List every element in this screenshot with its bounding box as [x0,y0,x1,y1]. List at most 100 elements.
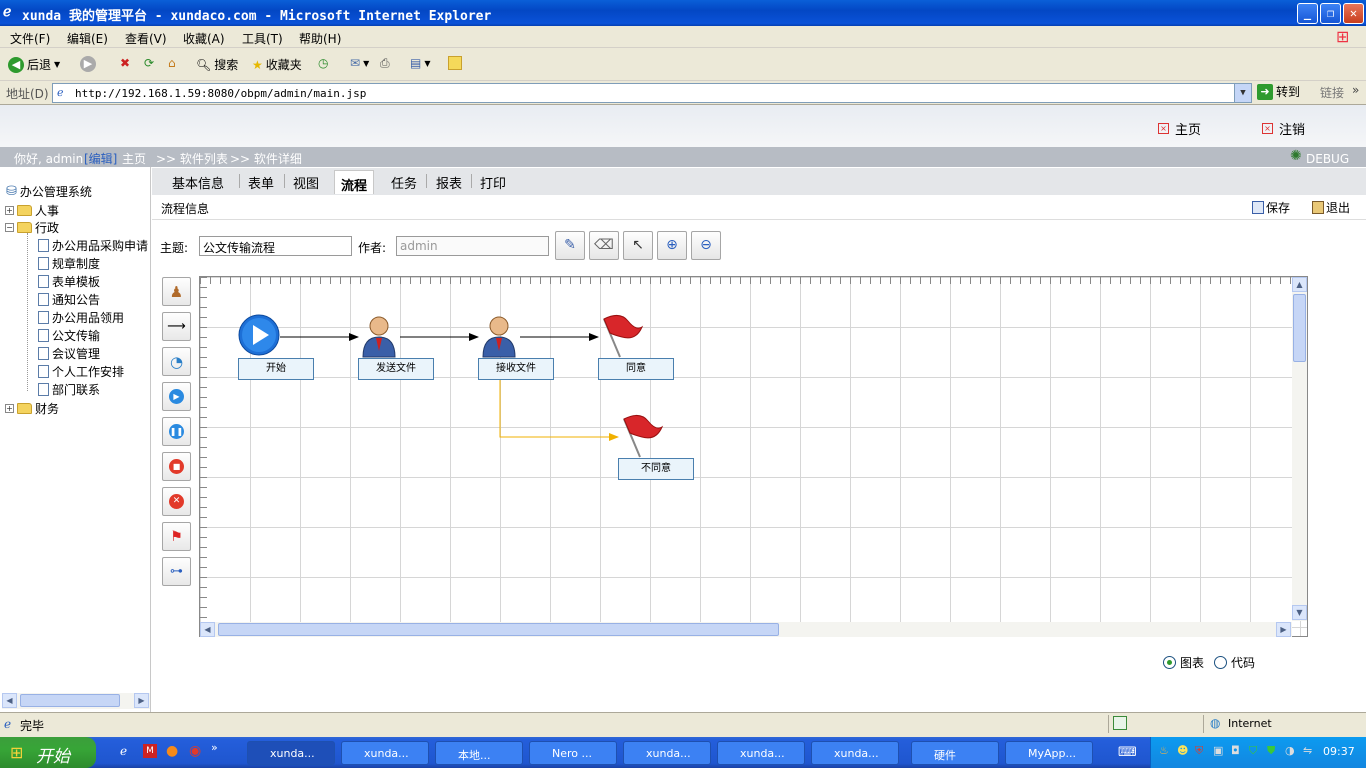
app-quicklaunch-icon[interactable]: ◉ [189,743,201,759]
edge-receive-disagree[interactable] [499,372,619,441]
task-button-xunda-1[interactable]: xunda... [247,741,335,765]
print-button[interactable]: ⎙ [380,56,390,71]
eraser-tool-button[interactable]: ⌫ [589,231,619,260]
palette-user-button[interactable]: ♟ [162,277,191,306]
mail-button[interactable]: ✉ ▼ [350,56,369,70]
sidebar-scrollbar[interactable]: ◀ ▶ [2,693,150,709]
agree-flag-icon[interactable] [603,315,644,358]
tray-display-icon[interactable]: ◘ [1231,744,1240,757]
palette-tree-button[interactable]: ⊶ [162,557,191,586]
scroll-right-icon[interactable]: ▶ [134,693,149,708]
firefox-quicklaunch-icon[interactable]: ● [166,743,178,759]
tray-java-icon[interactable]: ♨ [1159,744,1169,757]
tree-node-hr[interactable]: + 人事 [5,202,59,219]
edit-page-button[interactable]: ▤ ▼ [410,56,431,70]
tree-item[interactable]: 办公用品采购申请 [38,237,148,254]
expand-icon[interactable]: + [5,206,14,215]
chevron-right-icon[interactable]: » [1352,83,1359,97]
node-receive-label[interactable]: 接收文件 [478,358,554,380]
collapse-icon[interactable]: − [5,223,14,232]
palette-flag-button[interactable]: ⚑ [162,522,191,551]
subject-input[interactable]: 公文传输流程 [199,236,352,256]
palette-timer-button[interactable]: ◔ [162,347,191,376]
scroll-up-icon[interactable]: ▲ [1292,277,1307,292]
palette-cancel-button[interactable]: ✕ [162,487,191,516]
menu-edit[interactable]: 编辑(E) [67,30,108,47]
home-button[interactable]: ⌂ [168,56,176,70]
scroll-down-icon[interactable]: ▼ [1292,605,1307,620]
tray-antivirus-icon[interactable]: ⛨ [1195,744,1203,758]
tab-form[interactable]: 表单 [248,173,274,192]
palette-stop-button[interactable]: ■ [162,452,191,481]
menu-help[interactable]: 帮助(H) [299,30,341,47]
tab-print[interactable]: 打印 [480,173,506,192]
scroll-right-icon[interactable]: ▶ [1276,622,1291,637]
zoom-out-button[interactable]: ⊖ [691,231,721,260]
palette-start-button[interactable]: ▶ [162,382,191,411]
task-button-nero[interactable]: Nero ... [529,741,617,765]
home-link[interactable]: × 主页 [1158,119,1201,138]
task-button-myapp[interactable]: MyApp... [1005,741,1093,765]
tree-root[interactable]: ⛁ 办公管理系统 [6,183,92,200]
messenger-button[interactable] [448,56,462,70]
disagree-flag-icon[interactable] [623,415,664,458]
menu-tools[interactable]: 工具(T) [242,30,283,47]
back-button[interactable]: ◀ 后退 ▼ [8,56,60,73]
task-button-xunda-3[interactable]: xunda... [623,741,711,765]
menu-favorites[interactable]: 收藏(A) [183,30,225,47]
window-titlebar[interactable]: ℯ xunda 我的管理平台 - xundaco.com - Microsoft… [0,0,1366,26]
node-start-label[interactable]: 开始 [238,358,314,380]
scroll-thumb[interactable] [20,694,120,707]
view-chart-radio[interactable]: 图表 [1163,654,1204,671]
node-disagree-label[interactable]: 不同意 [618,458,694,480]
favorites-button[interactable]: ★ 收藏夹 [252,56,302,73]
tree-item[interactable]: 公文传输 [38,327,100,344]
author-input[interactable]: admin [396,236,549,256]
tree-item[interactable]: 规章制度 [38,255,100,272]
mail-quicklaunch-icon[interactable]: M [143,744,157,758]
node-send-label[interactable]: 发送文件 [358,358,434,380]
start-node-icon[interactable] [238,314,280,356]
select-tool-button[interactable]: ↖ [623,231,653,260]
scroll-thumb[interactable] [1293,294,1306,362]
palette-arrow-button[interactable]: ⟶ [162,312,191,341]
tray-remove-hardware-icon[interactable]: ⇋ [1303,744,1312,757]
zoom-in-button[interactable]: ⊕ [657,231,687,260]
expand-icon[interactable]: + [5,404,14,413]
task-button-hardware[interactable]: 硬件 [911,741,999,765]
palette-pause-button[interactable]: ❚❚ [162,417,191,446]
edit-tool-button[interactable]: ✎ [555,231,585,260]
tree-node-admin[interactable]: − 行政 [5,219,59,236]
tab-task[interactable]: 任务 [391,173,417,192]
history-button[interactable]: ◷ [318,56,328,70]
breadcrumb-home[interactable]: 主页 [122,150,146,167]
tray-shield-icon[interactable]: ⛉ [1249,744,1257,758]
links-label[interactable]: 链接 [1320,84,1344,101]
close-button[interactable]: ✕ [1343,3,1364,24]
scroll-thumb[interactable] [218,623,779,636]
task-button-xunda-5[interactable]: xunda... [811,741,899,765]
receive-user-icon[interactable] [482,316,516,358]
keyboard-icon[interactable]: ⌨ [1118,745,1137,760]
start-button[interactable]: ⊞ 开始 [0,737,96,768]
save-button[interactable]: 保存 [1252,199,1290,216]
refresh-button[interactable]: ⟳ [144,56,154,70]
task-button-xunda-2[interactable]: xunda... [341,741,429,765]
tab-view[interactable]: 视图 [293,173,319,192]
menu-file[interactable]: 文件(F) [10,30,50,47]
view-code-radio[interactable]: 代码 [1214,654,1255,671]
search-button[interactable]: 🔍︎ 搜索 [196,56,238,73]
tray-network-icon[interactable]: ▣ [1213,744,1223,757]
canvas-vertical-scrollbar[interactable]: ▲ ▼ [1292,277,1307,621]
scroll-left-icon[interactable]: ◀ [2,693,17,708]
tray-volume-icon[interactable]: ◑ [1285,744,1295,757]
address-dropdown-button[interactable]: ▼ [1234,84,1251,102]
maximize-button[interactable]: ❐ [1320,3,1341,24]
tray-security-icon[interactable]: ⛊ [1267,744,1275,758]
exit-button[interactable]: 退出 [1312,199,1350,216]
tree-node-finance[interactable]: + 财务 [5,400,59,417]
clock[interactable]: 09:37 [1323,745,1355,758]
scroll-left-icon[interactable]: ◀ [200,622,215,637]
node-agree-label[interactable]: 同意 [598,358,674,380]
go-button[interactable]: ➜ 转到 [1257,83,1300,100]
